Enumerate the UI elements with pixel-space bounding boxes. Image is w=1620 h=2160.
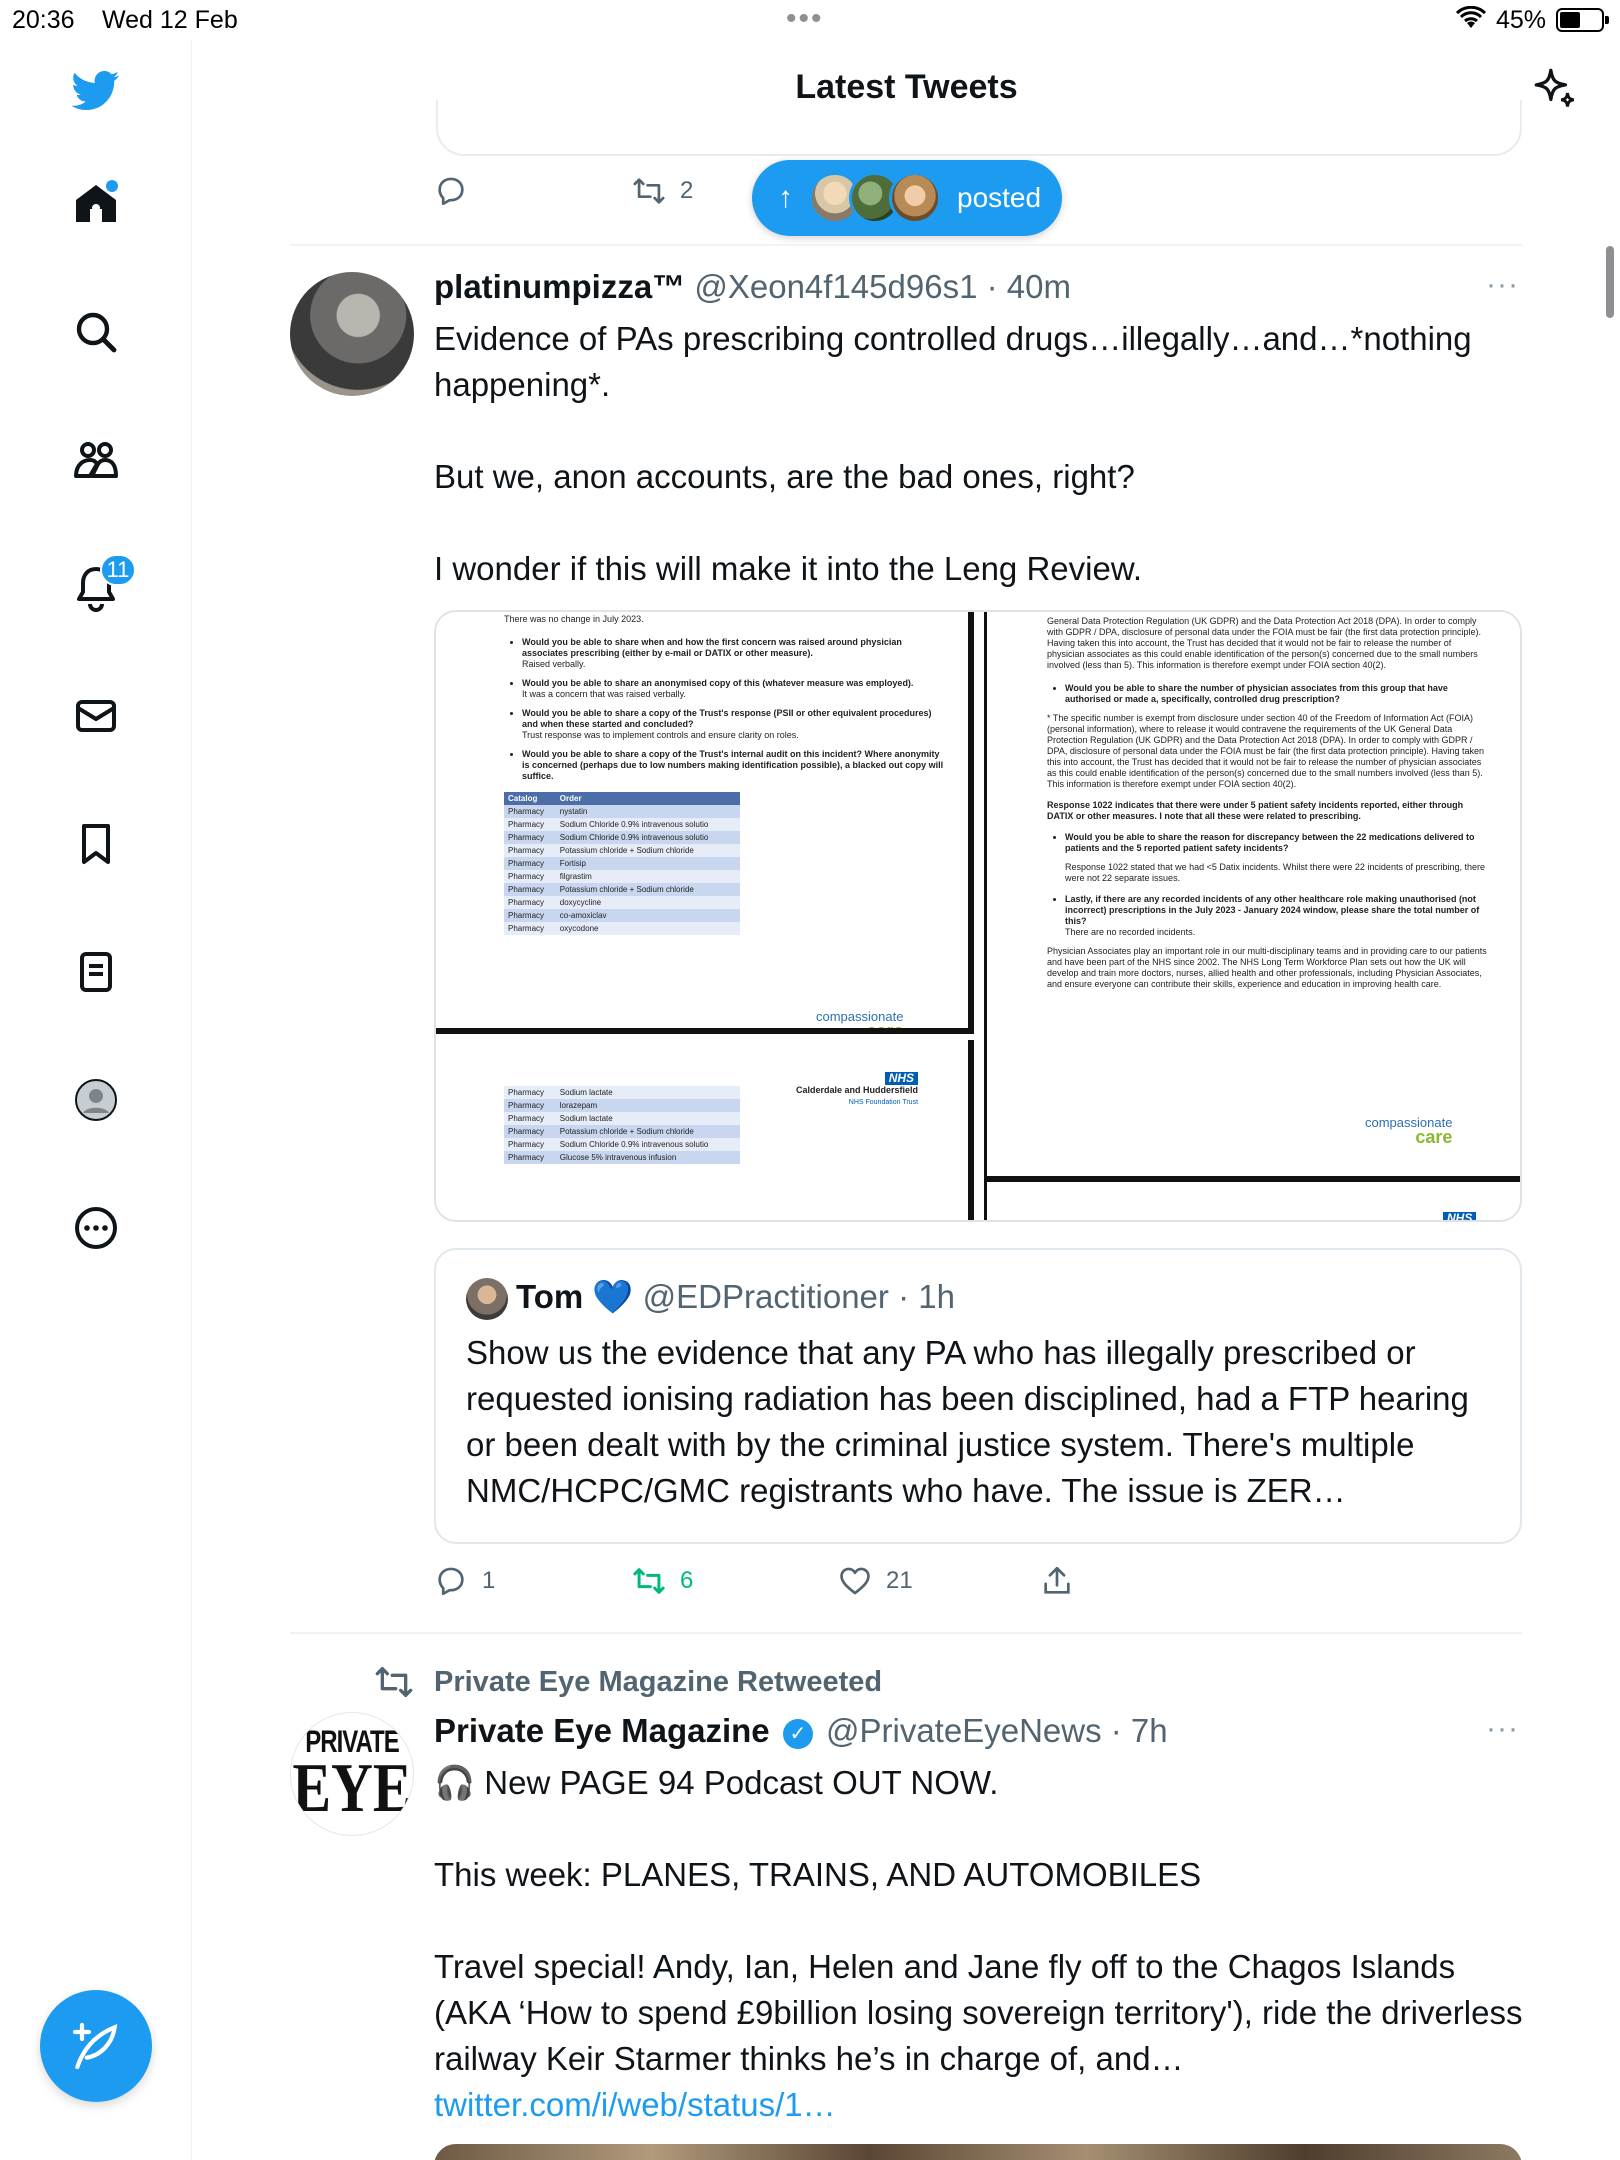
- sidebar-item-bookmarks[interactable]: [60, 808, 132, 880]
- document-image[interactable]: There was no change in July 2023. Would …: [436, 612, 974, 1034]
- doc-table: Pharmacy Sodium lactate Pharmacy lorazepam…: [504, 1086, 740, 1164]
- author-name[interactable]: Private Eye Magazine: [434, 1712, 770, 1749]
- like-count: 21: [886, 1567, 913, 1594]
- prev-retweet-count: 2: [680, 177, 694, 204]
- tweet-text: Evidence of PAs prescribing controlled d…: [434, 320, 1472, 587]
- retweet-icon: [633, 1568, 665, 1594]
- tweet-text: 🎧 New PAGE 94 Podcast OUT NOW. This week…: [434, 1760, 1524, 2128]
- sidebar-item-profile[interactable]: [60, 1064, 132, 1136]
- doc-line: There was no change in July 2023.: [504, 614, 644, 624]
- battery-percent: 45%: [1496, 6, 1547, 34]
- home-unread-dot: [106, 180, 118, 192]
- communities-icon: [74, 442, 118, 478]
- retweet-icon: [375, 1667, 413, 1697]
- reply-count: 1: [482, 1567, 496, 1594]
- nhs-trust-logo: NHS Calderdale and Huddersfield NHS Foun…: [796, 1071, 919, 1106]
- avatar[interactable]: PRIVATE EYE: [290, 1712, 414, 1836]
- share-icon: [1044, 1566, 1070, 1594]
- tweet-more-icon[interactable]: ···: [1486, 1712, 1522, 1746]
- compose-tweet-button[interactable]: [40, 1990, 152, 2102]
- sidebar-item-messages[interactable]: [60, 680, 132, 752]
- author-name: Tom: [516, 1278, 584, 1315]
- profile-icon: [75, 1079, 117, 1121]
- tweet-media-preview[interactable]: [434, 2144, 1522, 2160]
- new-tweets-posted-pill[interactable]: ↑ posted: [752, 160, 1062, 236]
- prev-reply-button[interactable]: [434, 174, 482, 208]
- blue-heart-icon: 💙: [592, 1278, 634, 1315]
- retweet-icon: [633, 178, 665, 204]
- notifications-badge: 11: [100, 554, 136, 586]
- sidebar-item-search[interactable]: [60, 296, 132, 368]
- sparkle-icon[interactable]: [1530, 64, 1580, 114]
- tweet-more-icon[interactable]: ···: [1486, 268, 1522, 302]
- scrollbar-thumb[interactable]: [1606, 246, 1614, 318]
- wifi-icon: [1455, 5, 1487, 37]
- status-time: 20:36: [12, 6, 75, 34]
- sidebar-item-notifications[interactable]: 11: [60, 552, 136, 624]
- sidebar-item-communities[interactable]: [60, 424, 132, 496]
- reply-icon: [438, 1567, 464, 1596]
- verified-badge-icon: ✓: [782, 1719, 813, 1749]
- tweet-divider: [290, 244, 1522, 246]
- twitter-logo-icon[interactable]: [60, 54, 132, 126]
- arrow-up-icon: ↑: [778, 181, 793, 214]
- private-eye-logo-bottom: EYE: [292, 1748, 412, 1827]
- reply-icon: [438, 177, 464, 206]
- tweet-header: Private Eye Magazine ✓ @PrivateEyeNews ·…: [434, 1712, 1168, 1750]
- previous-media-edge: [436, 100, 1522, 156]
- avatar[interactable]: [466, 1278, 508, 1320]
- document-image[interactable]: General Data Protection Regulation (UK G…: [984, 612, 1520, 1220]
- author-handle-time[interactable]: @Xeon4f145d96s1 · 40m: [694, 268, 1071, 305]
- multitasking-dots-icon[interactable]: •••: [786, 2, 824, 36]
- doc-bullets: Would you be able to share when and how …: [504, 637, 944, 782]
- sidebar-item-more[interactable]: [60, 1192, 132, 1264]
- status-bar: 20:36 Wed 12 Feb ••• 45%: [0, 0, 1620, 40]
- retweeted-by-label: Private Eye Magazine Retweeted: [434, 1665, 883, 1698]
- lists-icon: [80, 952, 112, 992]
- retweet-button[interactable]: 6: [632, 1564, 693, 1598]
- messages-icon: [76, 700, 116, 732]
- more-icon: [75, 1207, 117, 1249]
- quoted-tweet-header: Tom 💙 @EDPractitioner · 1h: [516, 1278, 955, 1317]
- author-handle-time: @EDPractitioner · 1h: [642, 1278, 955, 1315]
- compassionate-care-logo: compassionate care: [1365, 1115, 1453, 1147]
- sidebar-item-home[interactable]: [60, 168, 132, 240]
- share-button[interactable]: [1040, 1564, 1088, 1598]
- tweet-header: platinumpizza™ @Xeon4f145d96s1 · 40m: [434, 268, 1071, 306]
- search-icon: [76, 312, 117, 353]
- status-date: Wed 12 Feb: [102, 6, 238, 34]
- quoted-tweet[interactable]: Tom 💙 @EDPractitioner · 1h Show us the e…: [434, 1248, 1522, 1544]
- author-handle-time[interactable]: @PrivateEyeNews · 7h: [826, 1712, 1168, 1749]
- quoted-tweet-text: Show us the evidence that any PA who has…: [466, 1334, 1469, 1509]
- bookmarks-icon: [82, 824, 110, 864]
- tweet-divider: [290, 1632, 1522, 1634]
- heart-icon: [840, 1567, 870, 1595]
- doc-table: Catalog Order Pharmacy nystatin Pharmacy So…: [504, 792, 740, 935]
- avatar[interactable]: [290, 272, 414, 396]
- retweeted-by-line[interactable]: Private Eye Magazine Retweeted: [374, 1662, 882, 1702]
- reply-button[interactable]: 1: [434, 1564, 495, 1598]
- tweet-body: 🎧 New PAGE 94 Podcast OUT NOW. This week…: [434, 1764, 1523, 2077]
- pill-avatar: [889, 172, 941, 224]
- battery-icon: [1556, 8, 1609, 32]
- tweet-link[interactable]: twitter.com/i/web/status/1…: [434, 2086, 836, 2123]
- author-name[interactable]: platinumpizza™: [434, 268, 685, 305]
- sidebar-nav: 11: [0, 40, 192, 2160]
- retweet-count: 6: [680, 1567, 694, 1594]
- sidebar-item-lists[interactable]: [60, 936, 132, 1008]
- posted-pill-label: posted: [957, 182, 1042, 213]
- document-image[interactable]: Pharmacy Sodium lactate Pharmacy lorazepam…: [436, 1040, 974, 1220]
- tweet-media-grid[interactable]: There was no change in July 2023. Would …: [434, 610, 1522, 1222]
- like-button[interactable]: 21: [838, 1564, 913, 1598]
- prev-retweet-button[interactable]: 2: [632, 174, 693, 208]
- compose-feather-icon: [72, 2022, 118, 2070]
